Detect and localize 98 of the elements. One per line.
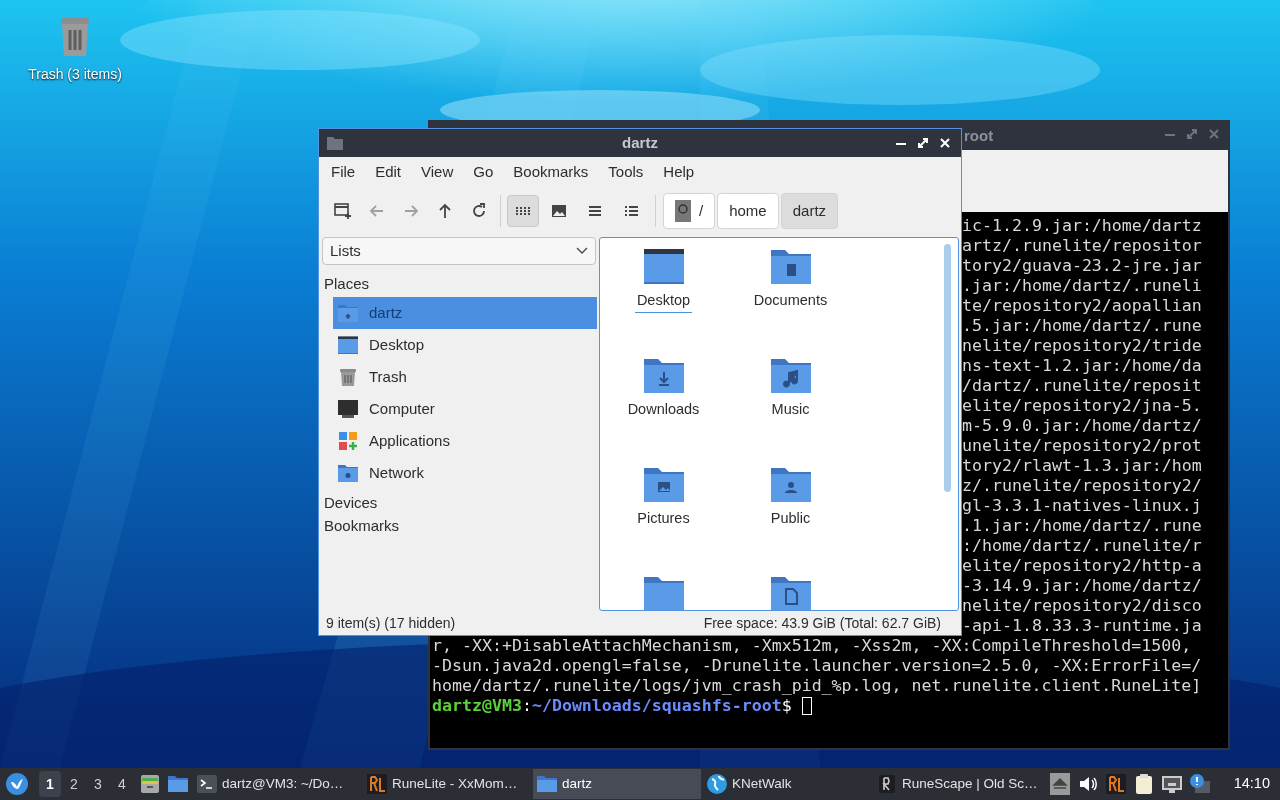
terminal-line: :/home/dartz/.runelite/r bbox=[962, 536, 1202, 556]
status-text: 9 item(s) (17 hidden) bbox=[326, 613, 456, 633]
sidebar-item[interactable]: Network bbox=[333, 457, 597, 489]
view-dropdown[interactable]: Lists bbox=[322, 237, 596, 265]
chevron-down-icon bbox=[576, 247, 588, 255]
terminal-line: .jar:/home/dartz/.runeli bbox=[962, 276, 1202, 296]
terminal-line: unelite/repository2/prot bbox=[962, 436, 1202, 456]
terminal-line: .5.jar:/home/dartz/.rune bbox=[962, 316, 1202, 336]
terminal-line: nelite/repository2/disco bbox=[962, 596, 1202, 616]
globe-icon bbox=[706, 773, 728, 795]
sidebar-item[interactable]: Trash bbox=[333, 361, 597, 393]
terminal-line: home/dartz/.runelite/logs/jvm_crash_pid_%p.log, net.runelite.client.RuneLite] bbox=[432, 676, 1202, 696]
menu-item[interactable]: Help bbox=[653, 157, 705, 187]
trash-icon bbox=[337, 366, 359, 388]
status-text: Free space: 43.9 GiB (Total: 62.7 GiB) bbox=[703, 613, 941, 633]
menu-item[interactable]: Edit bbox=[365, 157, 412, 187]
terminal-line: -Dsun.java2d.opengl=false, -Drunelite.launcher.version=2.5.0, -XX:ErrorFile=/ bbox=[432, 656, 1202, 676]
workspace-button[interactable]: 1 bbox=[39, 771, 61, 797]
applications-icon bbox=[338, 431, 358, 451]
network-folder-icon bbox=[337, 463, 359, 483]
menu-item[interactable]: Tools bbox=[598, 157, 654, 187]
terminal-line: /dartz/.runelite/reposit bbox=[962, 376, 1202, 396]
scrollbar-thumb[interactable] bbox=[944, 244, 951, 492]
folder-item[interactable]: Public bbox=[727, 464, 854, 573]
home-folder-icon bbox=[337, 303, 359, 323]
terminal-line: nelite/repository2/tride bbox=[962, 336, 1202, 356]
desktop-icon bbox=[641, 246, 686, 286]
sidebar-item[interactable]: Desktop bbox=[333, 329, 597, 361]
sidebar-section-header[interactable]: Bookmarks bbox=[321, 516, 597, 539]
terminal-line: -api-1.8.33.3-runtime.ja bbox=[962, 616, 1202, 636]
bird-icon bbox=[5, 772, 29, 796]
prompt-separator: : bbox=[521, 696, 532, 716]
sidebar-section-header[interactable]: Places bbox=[321, 274, 597, 297]
window-title: root bbox=[964, 126, 994, 146]
desktop-icon bbox=[337, 335, 359, 355]
maximize-icon[interactable] bbox=[915, 135, 931, 151]
path-button[interactable]: / bbox=[663, 193, 716, 229]
folder-icon bbox=[326, 135, 344, 151]
clock: 14:10 bbox=[1233, 774, 1270, 794]
taskbar-button[interactable]: KNetWalk bbox=[703, 769, 871, 799]
taskbar-button[interactable]: RuneLite - XxMom… bbox=[363, 769, 531, 799]
game-logo-icon bbox=[1105, 773, 1127, 795]
workspace-button[interactable]: 4 bbox=[111, 771, 133, 797]
tray-button[interactable] bbox=[1133, 771, 1155, 797]
terminal-line: elite/repository2/jna-5. bbox=[962, 396, 1202, 416]
monitor-icon bbox=[337, 399, 359, 419]
taskbar-button[interactable]: dartz@VM3: ~/Do… bbox=[193, 769, 361, 799]
eject-icon bbox=[1049, 773, 1071, 795]
text-cursor bbox=[801, 697, 812, 715]
network-icon bbox=[1161, 773, 1183, 795]
menu-item[interactable]: Go bbox=[463, 157, 504, 187]
clipboard-icon bbox=[1133, 773, 1155, 795]
workspace-button[interactable]: 2 bbox=[63, 771, 85, 797]
new-tab-icon bbox=[333, 201, 353, 221]
terminal-line: gl-3.3.1-natives-linux.j bbox=[962, 496, 1202, 516]
terminal-line: m-5.9.0.jar:/home/dartz/ bbox=[962, 416, 1202, 436]
folder-item[interactable]: Music bbox=[727, 355, 854, 464]
prompt-symbol: $ bbox=[781, 696, 792, 716]
folder-item[interactable]: Desktop bbox=[600, 246, 727, 355]
workspace-button[interactable]: 3 bbox=[87, 771, 109, 797]
file-cabinet-icon bbox=[139, 773, 161, 795]
terminal-line: r, -XX:+DisableAttachMechanism, -Xmx512m, -Xss2m, -XX:CompileThreshold=1500, bbox=[432, 636, 1192, 656]
menu-item[interactable]: File bbox=[321, 157, 366, 187]
sidebar-item[interactable]: Computer bbox=[333, 393, 597, 425]
terminal-line: tory2/guava-23.2-jre.jar bbox=[962, 256, 1202, 276]
window-title: dartz bbox=[622, 132, 658, 153]
game-logo-icon bbox=[366, 773, 388, 795]
sidebar-item[interactable]: Applications bbox=[333, 425, 597, 457]
terminal-line: elite/repository2/http-a bbox=[962, 556, 1202, 576]
terminal-line: artz/.runelite/repositor bbox=[962, 236, 1202, 256]
rune-icon bbox=[876, 773, 898, 795]
prompt-user: dartz@VM3 bbox=[432, 696, 522, 716]
terminal-icon bbox=[196, 773, 218, 795]
path-button[interactable]: home bbox=[717, 193, 779, 229]
folder-item[interactable]: Documents bbox=[727, 246, 854, 355]
alert-icon bbox=[1189, 773, 1211, 795]
terminal-line: z/.runelite/repository2/ bbox=[962, 476, 1202, 496]
prompt-path: ~/Downloads/squashfs-root bbox=[531, 696, 782, 716]
terminal-line: -3.14.9.jar:/home/dartz/ bbox=[962, 576, 1202, 596]
sidebar-section-header[interactable]: Devices bbox=[321, 493, 597, 516]
terminal-line: te/repository2/aopallian bbox=[962, 296, 1202, 316]
terminal-line: tory2/rlawt-1.3.jar:/hom bbox=[962, 456, 1202, 476]
terminal-line: .1.jar:/home/dartz/.rune bbox=[962, 516, 1202, 536]
menu-item[interactable]: Bookmarks bbox=[503, 157, 599, 187]
menu-item[interactable]: View bbox=[411, 157, 464, 187]
view-mode-button[interactable] bbox=[507, 195, 539, 227]
folder-icon bbox=[167, 773, 189, 795]
terminal-line: ns-text-1.2.jar:/home/da bbox=[962, 356, 1202, 376]
folder-icon bbox=[536, 773, 558, 795]
path-button[interactable]: dartz bbox=[780, 193, 839, 229]
folder-item[interactable]: Pictures bbox=[600, 464, 727, 573]
tray-button[interactable] bbox=[1105, 771, 1127, 797]
folder-item[interactable]: Downloads bbox=[600, 355, 727, 464]
terminal-line: ic-1.2.9.jar:/home/dartz bbox=[962, 216, 1202, 236]
start-menu-button[interactable] bbox=[3, 770, 31, 798]
taskbar-button[interactable]: RuneScape | Old Sc… bbox=[873, 769, 1041, 799]
taskbar-button[interactable]: dartz bbox=[533, 769, 701, 799]
desktop-icon-label: Trash (3 items) bbox=[28, 65, 122, 84]
